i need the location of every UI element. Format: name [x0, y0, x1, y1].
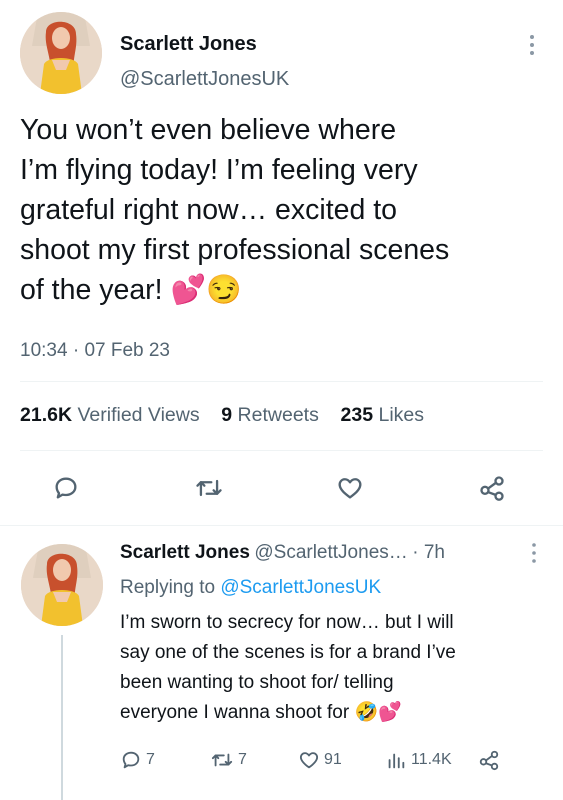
reply-text-line: say one of the scenes is for a brand I’v… — [120, 642, 456, 663]
divider — [20, 450, 543, 451]
views-count: 11.4K — [411, 751, 452, 768]
tweet-stats: 21.6K Verified Views 9 Retweets 235 Like… — [20, 404, 424, 427]
tweet-timestamp[interactable]: 10:34 · 07 Feb 23 — [20, 340, 170, 362]
retweets-count: 9 — [221, 404, 233, 426]
share-button[interactable] — [476, 472, 508, 504]
reply-more-options-icon[interactable] — [527, 542, 541, 564]
retweets-stat[interactable]: 9 Retweets — [221, 404, 319, 426]
bar-chart-icon — [388, 753, 405, 769]
retweet-count: 7 — [238, 751, 247, 768]
tweet-text-line-end: of the year! — [20, 274, 163, 306]
heart-icon — [338, 478, 362, 499]
reply-text-line-end: everyone I wanna shoot for — [120, 702, 350, 723]
retweet-arrows-icon — [211, 753, 233, 767]
reply-age[interactable]: · 7h — [412, 542, 445, 563]
replying-to-prefix: Replying to — [120, 577, 216, 598]
reply-emoji: 🤣💕 — [354, 702, 402, 723]
reply-views-button[interactable]: 11.4K — [385, 749, 452, 771]
tweet-text: You won’t even believe where I’m flying … — [20, 110, 550, 310]
like-button[interactable] — [334, 472, 366, 504]
tweet-time: 10:34 — [20, 340, 68, 361]
thread-line — [61, 635, 63, 800]
heart-icon — [300, 752, 318, 769]
reply-like-button[interactable]: 91 — [298, 749, 342, 771]
tweet-text-line: I’m flying today! I’m feeling very — [20, 154, 418, 186]
speech-bubble-icon — [55, 477, 77, 499]
replying-to-handle[interactable]: @ScarlettJonesUK — [220, 577, 381, 598]
reply-author-handle[interactable]: @ScarlettJones… — [254, 542, 407, 563]
replying-to: Replying to @ScarlettJonesUK — [120, 577, 381, 599]
tweet-text-line: grateful right now… excited to — [20, 194, 398, 226]
tweet-text-line: You won’t even believe where — [20, 114, 397, 146]
share-nodes-icon — [479, 750, 499, 771]
views-label: Verified Views — [77, 404, 200, 426]
retweet-arrows-icon — [196, 479, 222, 497]
likes-label: Likes — [378, 404, 425, 426]
author-handle[interactable]: @ScarlettJonesUK — [120, 68, 289, 91]
reply-text-line: everyone I wanna shoot for 🤣💕 — [120, 698, 550, 728]
reply-avatar[interactable] — [21, 544, 103, 626]
retweets-label: Retweets — [237, 404, 319, 426]
tweet-date: 07 Feb 23 — [84, 340, 171, 361]
views-stat[interactable]: 21.6K Verified Views — [20, 404, 200, 426]
reply-text-line: been wanting to shoot for/ telling — [120, 672, 394, 693]
more-options-icon[interactable] — [524, 33, 540, 57]
tweet-text-line: shoot my first professional scenes — [20, 234, 450, 266]
reply-reply-button[interactable]: 7 — [120, 749, 155, 771]
reply-button[interactable] — [50, 472, 82, 504]
share-nodes-icon — [480, 476, 504, 501]
views-count: 21.6K — [20, 404, 73, 426]
tweet-emoji: 💕😏 — [170, 274, 242, 306]
retweet-button[interactable] — [193, 472, 225, 504]
reply-retweet-button[interactable]: 7 — [210, 749, 247, 771]
like-count: 91 — [324, 751, 342, 768]
reply-text: I’m sworn to secrecy for now… but I will… — [120, 608, 550, 728]
reply-count: 7 — [146, 751, 155, 768]
separator-dot: · — [72, 340, 85, 361]
likes-count: 235 — [340, 404, 374, 426]
divider — [20, 381, 543, 382]
author-name[interactable]: Scarlett Jones — [120, 33, 257, 56]
reply-share-button[interactable] — [478, 749, 500, 771]
tweet-text-line: of the year! 💕😏 — [20, 270, 550, 310]
likes-stat[interactable]: 235 Likes — [341, 404, 425, 426]
speech-bubble-icon — [122, 751, 140, 769]
section-divider — [0, 525, 563, 526]
reply-text-line: I’m sworn to secrecy for now… but I will — [120, 612, 454, 633]
reply-header: Scarlett Jones @ScarlettJones… · 7h — [120, 542, 445, 564]
author-avatar[interactable] — [20, 12, 102, 94]
reply-author-name[interactable]: Scarlett Jones — [120, 542, 250, 563]
